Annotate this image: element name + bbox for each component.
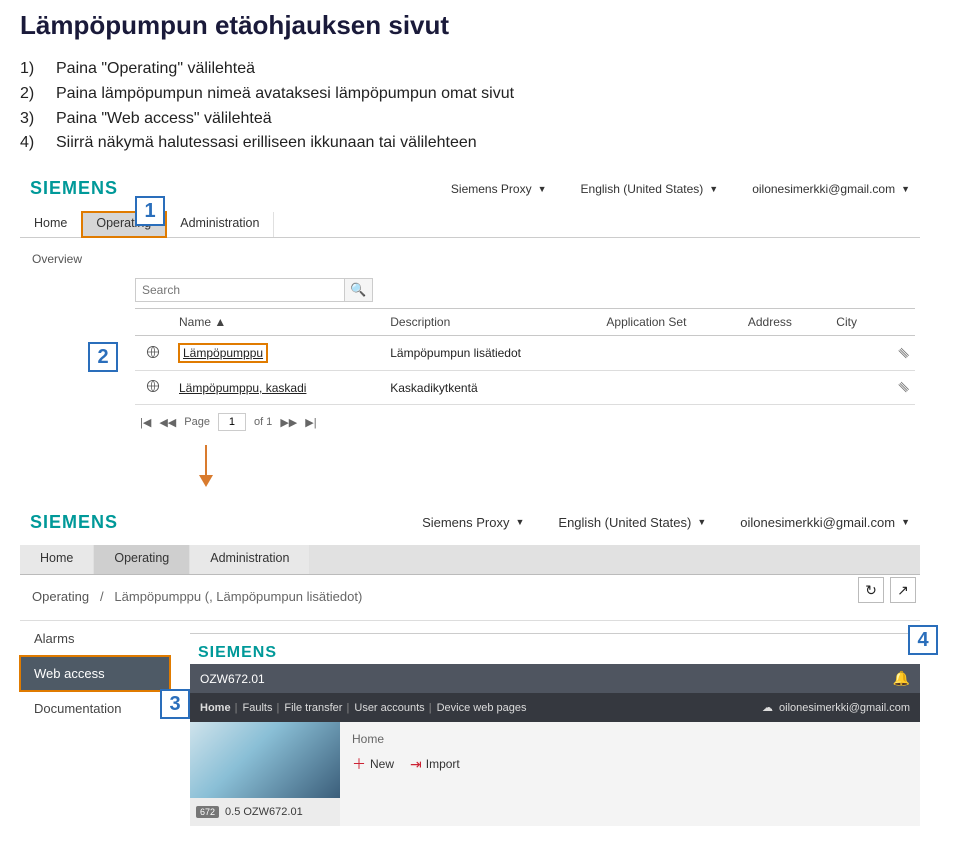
proxy-dropdown[interactable]: Siemens Proxy▼ [422,515,524,530]
pager-of: of 1 [254,416,272,428]
pager-prev[interactable]: ◀◀ [159,416,176,429]
globe-icon [146,379,160,393]
globe-icon [146,345,160,359]
nav-documentation[interactable]: Documentation [20,691,170,726]
callout-2: 2 [88,342,118,372]
import-icon: ⇥ [410,756,422,773]
chevron-down-icon: ▼ [538,184,547,194]
proxy-dropdown[interactable]: Siemens Proxy▼ [451,182,547,196]
siemens-logo: SIEMENS [198,644,277,662]
overview-label: Overview [20,238,920,272]
screenshot-2: 3 4 SIEMENS Siemens Proxy▼ English (Unit… [20,495,920,826]
rss-icon[interactable]: ⦀ [896,345,912,361]
tab-home[interactable]: Home [20,545,94,574]
step-1: Paina "Operating" välilehteä [56,57,940,82]
panel-title: Home [352,732,908,746]
language-dropdown[interactable]: English (United States)▼ [558,515,706,530]
siemens-logo: SIEMENS [30,512,118,533]
tab-operating[interactable]: Operating [94,545,190,574]
embedded-device-page: SIEMENS OZW672.01 🔔 Home| Faults| File t… [190,633,920,826]
search-button[interactable]: 🔍 [345,278,373,302]
left-nav: Alarms Web access Documentation [20,621,170,826]
new-button[interactable]: ＋New [352,754,394,774]
device-link[interactable]: Lämpöpumppu [179,344,267,362]
menu-device-web-pages[interactable]: Device web pages [437,702,527,714]
page-title: Lämpöpumpun etäohjauksen sivut [20,10,940,41]
device-menu: Home| Faults| File transfer| User accoun… [200,702,529,714]
pager-page-input[interactable] [218,413,246,431]
device-desc: Lämpöpumpun lisätiedot [382,336,598,371]
callout-1: 1 [135,196,165,226]
plus-icon: ＋ [352,754,366,774]
chevron-down-icon: ▼ [901,517,910,527]
menu-faults[interactable]: Faults [242,702,272,714]
device-version: 672 0.5 OZW672.01 [190,798,340,826]
chevron-down-icon: ▼ [709,184,718,194]
cloud-icon: ☁ [762,702,773,714]
device-link[interactable]: Lämpöpumppu, kaskadi [179,381,306,395]
col-name[interactable]: Name ▲ [171,309,382,336]
pager-label: Page [184,416,210,428]
chevron-down-icon: ▼ [515,517,524,527]
device-thumbnail [190,722,340,798]
menu-file-transfer[interactable]: File transfer [284,702,342,714]
menu-user-accounts[interactable]: User accounts [354,702,424,714]
search-icon: 🔍 [350,282,366,298]
col-city[interactable]: City [828,309,882,336]
nav-alarms[interactable]: Alarms [20,621,170,656]
refresh-button[interactable]: ↻ [858,577,884,603]
pager-next[interactable]: ▶▶ [280,416,297,429]
crumb-current: Lämpöpumppu (, Lämpöpumpun lisätiedot) [114,589,362,604]
breadcrumb: Operating / Lämpöpumppu (, Lämpöpumpun l… [20,575,920,621]
chevron-down-icon: ▼ [697,517,706,527]
popout-button[interactable]: ↗ [890,577,916,603]
sort-asc-icon: ▲ [214,315,226,329]
menu-home[interactable]: Home [200,702,231,714]
col-address[interactable]: Address [740,309,828,336]
table-row[interactable]: Lämpöpumppu, kaskadi Kaskadikytkentä ⦀ [135,371,915,405]
language-dropdown[interactable]: English (United States)▼ [581,182,719,196]
screenshot-1: 1 2 SIEMENS Siemens Proxy▼ English (Unit… [20,178,920,431]
col-application-set[interactable]: Application Set [598,309,739,336]
siemens-logo: SIEMENS [30,178,118,199]
table-row[interactable]: Lämpöpumppu Lämpöpumpun lisätiedot ⦀ [135,336,915,371]
device-id: OZW672.01 [200,672,265,686]
callout-4: 4 [908,625,938,655]
account-dropdown[interactable]: oilonesimerkki@gmail.com▼ [752,182,910,196]
device-chip: 672 [196,806,219,818]
account-dropdown[interactable]: oilonesimerkki@gmail.com▼ [740,515,910,530]
tab-administration[interactable]: Administration [190,545,310,574]
pager-last[interactable]: ▶| [305,416,316,429]
callout-3: 3 [160,689,190,719]
step-4: Siirrä näkymä halutessasi erilliseen ikk… [56,131,940,156]
popout-icon: ↗ [897,582,909,599]
step-3: Paina "Web access" välilehteä [56,107,940,132]
tab-administration[interactable]: Administration [166,212,274,237]
refresh-icon: ↻ [865,582,877,599]
devices-table: Name ▲ Description Application Set Addre… [135,308,915,405]
step-2: Paina lämpöpumpun nimeä avataksesi lämpö… [56,82,940,107]
nav-web-access[interactable]: Web access [20,656,170,691]
col-description[interactable]: Description [382,309,598,336]
primary-tabs: Home Operating Administration [20,545,920,575]
device-user: ☁oilonesimerkki@gmail.com [762,701,910,714]
bell-icon[interactable]: 🔔 [893,670,910,687]
flow-arrow [20,445,920,489]
crumb-operating[interactable]: Operating [32,589,89,604]
pager-first[interactable]: |◀ [140,416,151,429]
import-button[interactable]: ⇥Import [410,754,460,774]
chevron-down-icon: ▼ [901,184,910,194]
tab-home[interactable]: Home [20,212,82,237]
device-desc: Kaskadikytkentä [382,371,598,405]
search-input[interactable] [135,278,345,302]
rss-icon[interactable]: ⦀ [896,379,912,395]
table-pager: |◀ ◀◀ Page of 1 ▶▶ ▶| [20,405,920,431]
instruction-list: Paina "Operating" välilehteä Paina lämpö… [20,57,940,156]
